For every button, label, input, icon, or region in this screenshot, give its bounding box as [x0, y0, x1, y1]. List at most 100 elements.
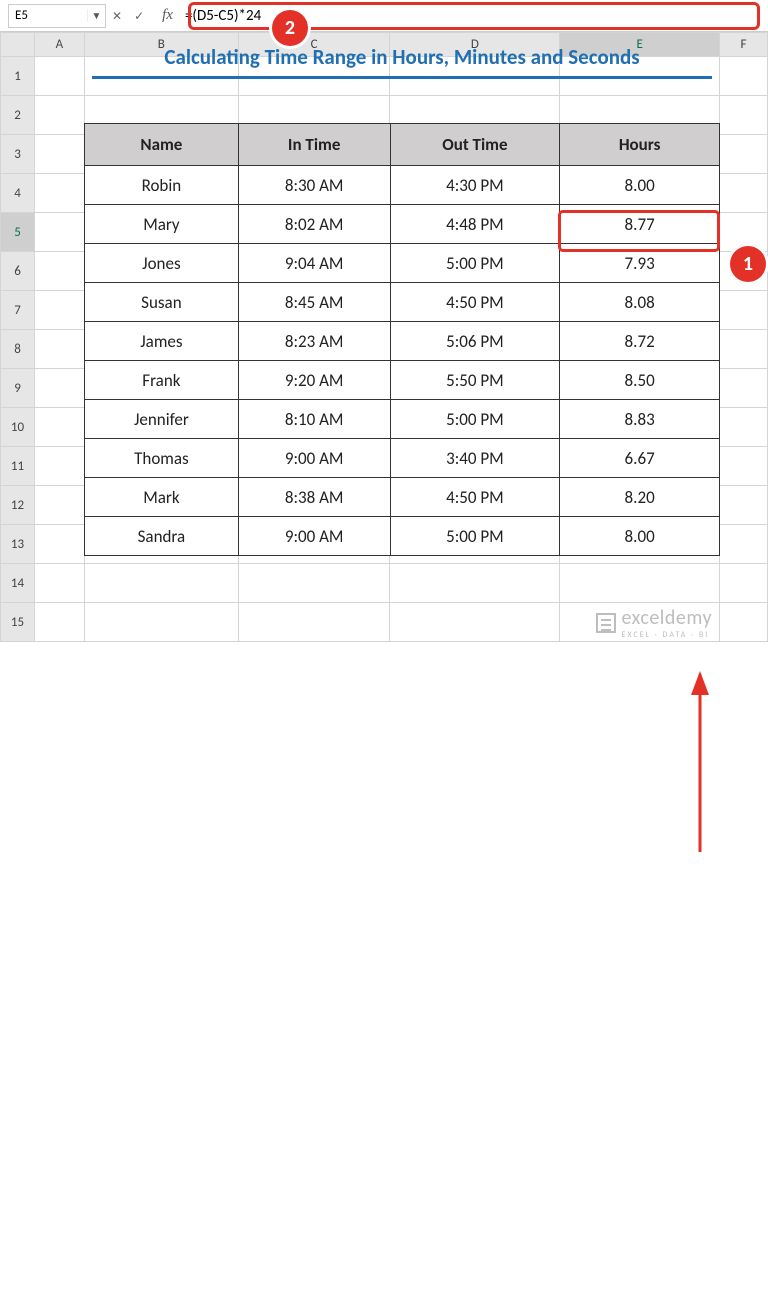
cell-F13[interactable] — [720, 525, 768, 564]
table-cell[interactable]: 9:00 AM — [238, 517, 390, 556]
table-cell[interactable]: 8:38 AM — [238, 478, 390, 517]
row-header-10[interactable]: 10 — [1, 408, 35, 447]
table-cell[interactable]: 5:00 PM — [390, 517, 560, 556]
table-cell[interactable]: 5:00 PM — [390, 400, 560, 439]
cell-F14[interactable] — [720, 564, 768, 603]
cell-A4[interactable] — [34, 174, 84, 213]
table-cell[interactable]: 8.00 — [560, 166, 720, 205]
table-cell[interactable]: 4:48 PM — [390, 205, 560, 244]
table-cell[interactable]: Jennifer — [85, 400, 239, 439]
row-header-13[interactable]: 13 — [1, 525, 35, 564]
row-header-6[interactable]: 6 — [1, 252, 35, 291]
data-table: NameIn TimeOut TimeHoursRobin8:30 AM4:30… — [84, 123, 720, 556]
row-header-2[interactable]: 2 — [1, 96, 35, 135]
row-header-14[interactable]: 14 — [1, 564, 35, 603]
row-header-15[interactable]: 15 — [1, 603, 35, 642]
cell-E14[interactable] — [560, 564, 720, 603]
formula-input[interactable] — [179, 5, 760, 27]
table-cell[interactable]: 8.72 — [560, 322, 720, 361]
table-cell[interactable]: 5:50 PM — [390, 361, 560, 400]
table-cell[interactable]: 4:50 PM — [390, 478, 560, 517]
cell-F10[interactable] — [720, 408, 768, 447]
table-cell[interactable]: James — [85, 322, 239, 361]
cell-F9[interactable] — [720, 369, 768, 408]
table-cell[interactable]: Robin — [85, 166, 239, 205]
table-cell[interactable]: 8:30 AM — [238, 166, 390, 205]
table-cell[interactable]: 9:00 AM — [238, 439, 390, 478]
confirm-icon[interactable]: ✓ — [128, 6, 150, 25]
cell-D14[interactable] — [390, 564, 560, 603]
cell-A10[interactable] — [34, 408, 84, 447]
cell-D15[interactable] — [390, 603, 560, 642]
cell-B14[interactable] — [84, 564, 238, 603]
table-cell[interactable]: 5:00 PM — [390, 244, 560, 283]
row-header-1[interactable]: 1 — [1, 57, 35, 96]
row-header-4[interactable]: 4 — [1, 174, 35, 213]
cell-F3[interactable] — [720, 135, 768, 174]
fx-icon[interactable]: fx — [150, 7, 179, 24]
table-cell[interactable]: Mary — [85, 205, 239, 244]
table-cell[interactable]: Thomas — [85, 439, 239, 478]
row-header-7[interactable]: 7 — [1, 291, 35, 330]
cell-A13[interactable] — [34, 525, 84, 564]
table-cell[interactable]: 5:06 PM — [390, 322, 560, 361]
row-header-5[interactable]: 5 — [1, 213, 35, 252]
cell-A11[interactable] — [34, 447, 84, 486]
table-cell[interactable]: 3:40 PM — [390, 439, 560, 478]
col-header-A[interactable]: A — [34, 33, 84, 57]
row-header-12[interactable]: 12 — [1, 486, 35, 525]
table-cell[interactable]: 6.67 — [560, 439, 720, 478]
table-cell[interactable]: 4:50 PM — [390, 283, 560, 322]
table-cell[interactable]: Sandra — [85, 517, 239, 556]
name-box-dropdown-icon[interactable]: ▼ — [87, 9, 105, 22]
col-header-F[interactable]: F — [720, 33, 768, 57]
cell-F4[interactable] — [720, 174, 768, 213]
table-cell[interactable]: 8.00 — [560, 517, 720, 556]
table-cell[interactable]: 8:02 AM — [238, 205, 390, 244]
table-cell[interactable]: Jones — [85, 244, 239, 283]
cell-F15[interactable] — [720, 603, 768, 642]
cell-F7[interactable] — [720, 291, 768, 330]
table-cell[interactable]: 9:04 AM — [238, 244, 390, 283]
table-cell[interactable]: 8:10 AM — [238, 400, 390, 439]
cell-F8[interactable] — [720, 330, 768, 369]
cell-F11[interactable] — [720, 447, 768, 486]
table-cell[interactable]: 8.08 — [560, 283, 720, 322]
table-cell[interactable]: 4:30 PM — [390, 166, 560, 205]
cell-A1[interactable] — [34, 57, 84, 96]
cell-A3[interactable] — [34, 135, 84, 174]
cancel-icon[interactable]: ✕ — [106, 6, 128, 25]
cell-A14[interactable] — [34, 564, 84, 603]
table-cell[interactable]: 8.83 — [560, 400, 720, 439]
table-cell[interactable]: 7.93 — [560, 244, 720, 283]
table-cell[interactable]: 8:23 AM — [238, 322, 390, 361]
cell-A2[interactable] — [34, 96, 84, 135]
cell-B15[interactable] — [84, 603, 238, 642]
cell-A8[interactable] — [34, 330, 84, 369]
cell-F2[interactable] — [720, 96, 768, 135]
cell-F12[interactable] — [720, 486, 768, 525]
cell-A9[interactable] — [34, 369, 84, 408]
row-header-9[interactable]: 9 — [1, 369, 35, 408]
name-box[interactable]: ▼ — [8, 4, 106, 28]
table-cell[interactable]: Frank — [85, 361, 239, 400]
table-cell[interactable]: 8.50 — [560, 361, 720, 400]
cell-A7[interactable] — [34, 291, 84, 330]
name-box-input[interactable] — [9, 8, 87, 23]
table-cell[interactable]: Mark — [85, 478, 239, 517]
cell-A15[interactable] — [34, 603, 84, 642]
table-cell[interactable]: Susan — [85, 283, 239, 322]
cell-C15[interactable] — [238, 603, 390, 642]
row-header-11[interactable]: 11 — [1, 447, 35, 486]
table-cell[interactable]: 9:20 AM — [238, 361, 390, 400]
cell-A12[interactable] — [34, 486, 84, 525]
row-header-3[interactable]: 3 — [1, 135, 35, 174]
table-cell[interactable]: 8.77 — [560, 205, 720, 244]
cell-F1[interactable] — [720, 57, 768, 96]
cell-A6[interactable] — [34, 252, 84, 291]
table-cell[interactable]: 8:45 AM — [238, 283, 390, 322]
row-header-8[interactable]: 8 — [1, 330, 35, 369]
cell-A5[interactable] — [34, 213, 84, 252]
table-cell[interactable]: 8.20 — [560, 478, 720, 517]
cell-C14[interactable] — [238, 564, 390, 603]
